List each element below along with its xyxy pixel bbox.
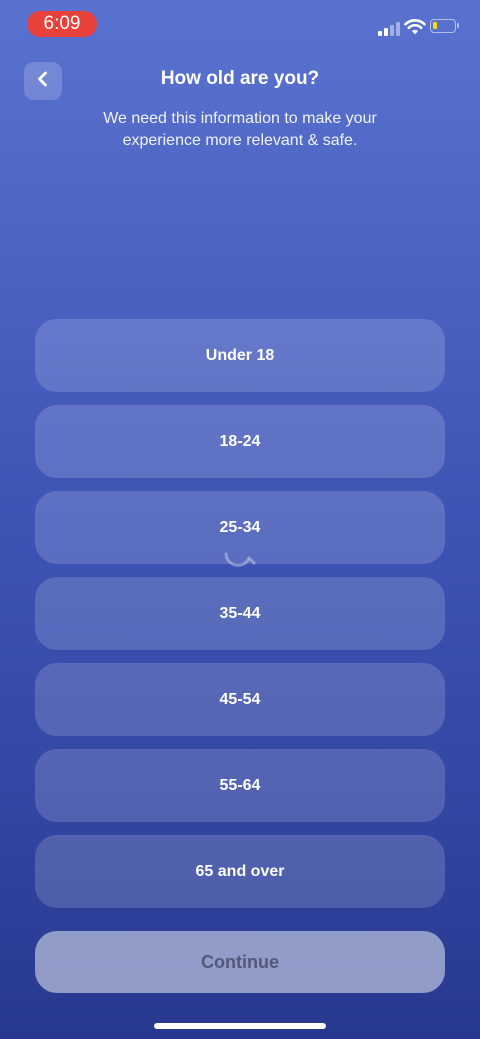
page-subtitle: We need this information to make your ex… [103,110,377,149]
status-time: 6:09 [27,11,97,37]
home-indicator[interactable] [154,1023,326,1029]
page-title: How old are you? [160,68,320,89]
battery-low-icon [430,19,459,33]
age-option-35-44[interactable]: 35-44 [35,577,445,650]
continue-button[interactable]: Continue [35,931,445,993]
age-option-45-54[interactable]: 45-54 [35,663,445,736]
age-option-55-64[interactable]: 55-64 [35,749,445,822]
loading-spinner-icon [222,544,258,574]
wifi-icon [404,18,426,36]
age-option-65-and-over[interactable]: 65 and over [35,835,445,908]
status-bar: 6:09 [0,0,480,50]
cellular-signal-icon [378,20,402,36]
age-option-18-24[interactable]: 18-24 [35,405,445,478]
age-options-list: Under 18 18-24 25-34 35-44 45-54 55-64 6… [35,319,445,921]
age-option-under-18[interactable]: Under 18 [35,319,445,392]
